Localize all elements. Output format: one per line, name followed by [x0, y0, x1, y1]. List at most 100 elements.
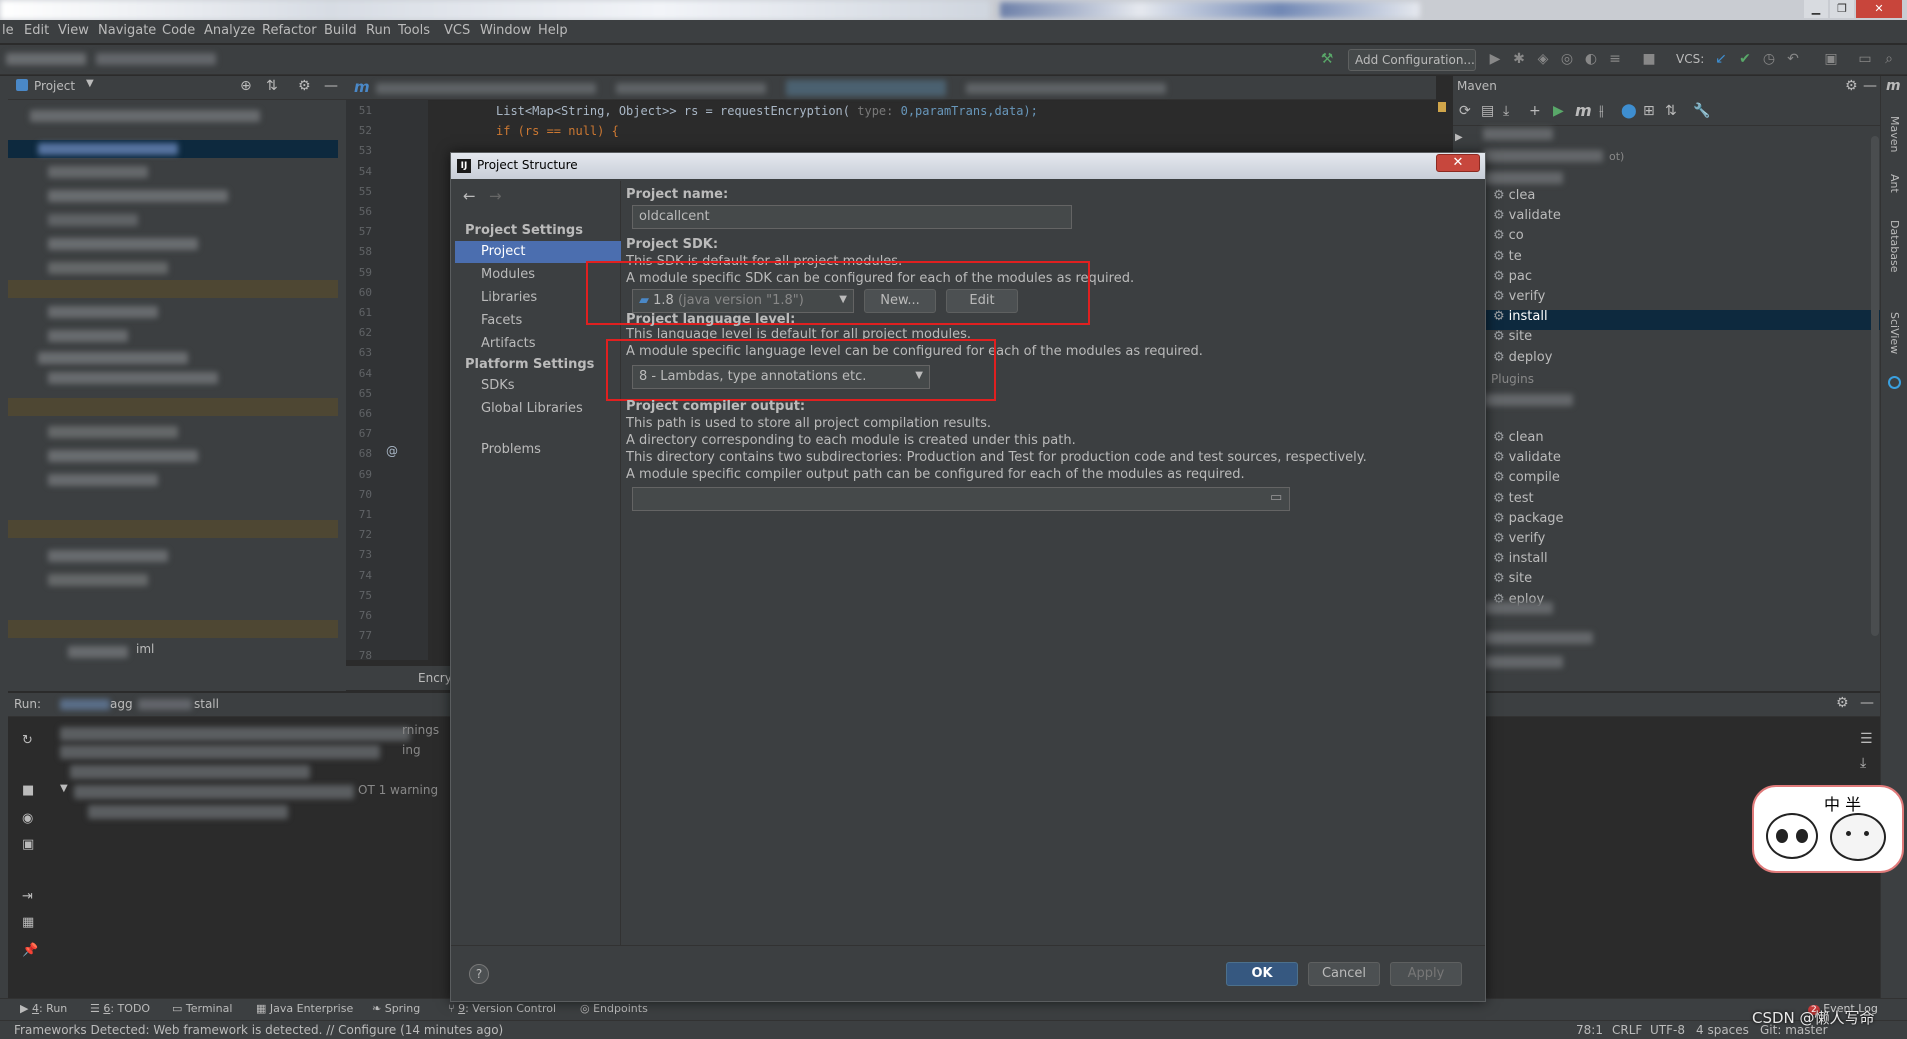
gear-icon[interactable]: ⚙: [1845, 78, 1858, 94]
maven-lifecycle-item[interactable]: ⚙ deploy: [1493, 350, 1552, 365]
menu-view[interactable]: View: [58, 23, 89, 38]
sidebar-item-problems[interactable]: Problems: [455, 439, 621, 461]
menu-tools[interactable]: Tools: [398, 23, 430, 38]
menu-edit[interactable]: Edit: [24, 23, 49, 38]
editor-tab-maven-icon[interactable]: m: [354, 78, 370, 96]
maven-lifecycle-item[interactable]: ⚙ clean: [1493, 430, 1544, 445]
pin-icon[interactable]: 📌: [22, 943, 38, 958]
profile-icon[interactable]: ◎: [1558, 50, 1576, 68]
line-separator[interactable]: CRLF: [1612, 1023, 1642, 1037]
collapse-all-icon[interactable]: ⇅: [266, 78, 278, 94]
status-message[interactable]: Frameworks Detected: Web framework is de…: [14, 1023, 503, 1037]
tab-endpoints[interactable]: ◎ Endpoints: [580, 1002, 648, 1015]
forward-arrow-icon[interactable]: →: [489, 187, 502, 205]
back-arrow-icon[interactable]: ←: [463, 187, 476, 205]
sidebar-item-project[interactable]: Project: [455, 241, 621, 263]
ok-button[interactable]: OK: [1226, 962, 1298, 986]
caret-position[interactable]: 78:1: [1576, 1023, 1603, 1037]
indent-setting[interactable]: 4 spaces: [1696, 1023, 1749, 1037]
tree-iml-file[interactable]: iml: [136, 642, 154, 656]
warning-stripe[interactable]: [1438, 102, 1446, 112]
project-name-field[interactable]: oldcallcent: [632, 205, 1072, 229]
menu-run[interactable]: Run: [366, 23, 391, 38]
menu-code[interactable]: Code: [162, 23, 195, 38]
vcs-commit-icon[interactable]: ✔: [1736, 50, 1754, 68]
compiler-output-field[interactable]: [632, 487, 1290, 511]
coverage-icon[interactable]: ◈: [1534, 50, 1552, 68]
soft-wrap-icon[interactable]: ☰: [1860, 731, 1873, 747]
plugin-strip-icon[interactable]: [1888, 376, 1901, 389]
menu-file[interactable]: le: [2, 23, 14, 38]
browse-folder-icon[interactable]: ▭: [1270, 490, 1282, 505]
run-tab-label[interactable]: agg: [110, 697, 133, 711]
add-configuration-button[interactable]: Add Configuration...: [1348, 49, 1476, 71]
show-dependencies-icon[interactable]: ⊞: [1643, 103, 1655, 119]
rollback-icon[interactable]: ↶: [1784, 50, 1802, 68]
collapse-all-icon[interactable]: ⇅: [1665, 103, 1677, 119]
maven-lifecycle-item[interactable]: ⚙ verify: [1493, 531, 1545, 546]
wrench-icon[interactable]: 🔧: [1693, 103, 1710, 119]
run-icon[interactable]: ▶: [1553, 103, 1564, 119]
tab-version-control[interactable]: ⑂ 9: Version Control: [448, 1002, 556, 1015]
locate-icon[interactable]: ⊕: [240, 78, 252, 94]
toggle-offline-icon[interactable]: ⫲: [1599, 103, 1604, 119]
project-panel-title[interactable]: Project: [34, 79, 75, 93]
chevron-down-icon[interactable]: ▼: [86, 78, 94, 89]
maven-lifecycle-item[interactable]: ⚙ install: [1493, 551, 1548, 566]
cancel-button[interactable]: Cancel: [1308, 962, 1380, 986]
menu-analyze[interactable]: Analyze: [204, 23, 255, 38]
generate-sources-icon[interactable]: ▤: [1481, 103, 1494, 119]
sidebar-item-artifacts[interactable]: Artifacts: [455, 333, 621, 355]
sidebar-item-global-libraries[interactable]: Global Libraries: [455, 398, 621, 420]
build-hammer-icon[interactable]: ⚒: [1318, 50, 1336, 68]
menu-navigate[interactable]: Navigate: [98, 23, 156, 38]
maven-lifecycle-item[interactable]: ⚙ site: [1493, 329, 1532, 344]
menu-window[interactable]: Window: [480, 23, 531, 38]
menu-refactor[interactable]: Refactor: [262, 23, 317, 38]
search-icon[interactable]: ⌕: [1880, 50, 1898, 68]
run-icon[interactable]: ▶: [1486, 50, 1504, 68]
rerun-icon[interactable]: ↻: [22, 733, 33, 748]
tab-java-enterprise[interactable]: ▦ Java Enterprise: [256, 1002, 353, 1015]
debug-icon[interactable]: ✱: [1510, 50, 1528, 68]
maven-lifecycle-item[interactable]: ⚙ site: [1493, 571, 1532, 586]
maven-lifecycle-item[interactable]: ⚙ clea: [1493, 188, 1535, 203]
restore-button[interactable]: ❐: [1830, 0, 1854, 18]
maven-scrollbar[interactable]: [1871, 136, 1879, 636]
gear-icon[interactable]: ⚙: [298, 78, 311, 94]
database-strip-label[interactable]: Database: [1888, 220, 1901, 273]
maven-strip-label[interactable]: Maven: [1888, 116, 1901, 152]
maven-lifecycle-item[interactable]: ⚙ pac: [1493, 269, 1532, 284]
menu-vcs[interactable]: VCS: [444, 23, 470, 38]
hide-icon[interactable]: —: [324, 78, 338, 94]
file-encoding[interactable]: UTF-8: [1650, 1023, 1685, 1037]
tab-spring[interactable]: ❧ Spring: [372, 1002, 420, 1015]
maven-lifecycle-item[interactable]: ⚙ install: [1493, 309, 1548, 324]
window-close-button[interactable]: ✕: [1856, 0, 1902, 18]
layout-icon[interactable]: ▭: [1856, 50, 1874, 68]
hide-icon[interactable]: —: [1860, 695, 1874, 711]
vcs-update-icon[interactable]: ↙: [1712, 50, 1730, 68]
download-icon[interactable]: ⤓: [1503, 103, 1509, 119]
apply-button[interactable]: Apply: [1390, 962, 1462, 986]
add-icon[interactable]: +: [1529, 103, 1541, 119]
tab-todo[interactable]: ☰ 6: TODO: [90, 1002, 150, 1015]
tab-terminal[interactable]: ▭ Terminal: [172, 1002, 232, 1015]
breadcrumb[interactable]: Encry: [418, 671, 452, 685]
maven-lifecycle-item[interactable]: ⚙ compile: [1493, 470, 1560, 485]
run-tab-label[interactable]: stall: [194, 697, 219, 711]
execute-goal-icon[interactable]: m: [1575, 101, 1592, 120]
project-structure-icon[interactable]: ▣: [1822, 50, 1840, 68]
dialog-close-button[interactable]: ✕: [1436, 154, 1480, 172]
menu-help[interactable]: Help: [538, 23, 568, 38]
ant-strip-label[interactable]: Ant: [1888, 174, 1901, 193]
layout-icon[interactable]: ▦: [22, 915, 34, 930]
gear-icon[interactable]: ⚙: [1836, 695, 1849, 711]
maven-lifecycle-item[interactable]: ⚙ package: [1493, 511, 1564, 526]
minimize-button[interactable]: ▁: [1804, 0, 1828, 18]
maven-lifecycle-item[interactable]: ⚙ validate: [1493, 208, 1561, 223]
stop-icon[interactable]: ■: [22, 783, 34, 798]
run-list-icon[interactable]: ≡: [1606, 50, 1624, 68]
tab-run[interactable]: ▶ 4: Run: [20, 1002, 67, 1015]
skip-tests-icon[interactable]: ⬤: [1621, 103, 1637, 119]
